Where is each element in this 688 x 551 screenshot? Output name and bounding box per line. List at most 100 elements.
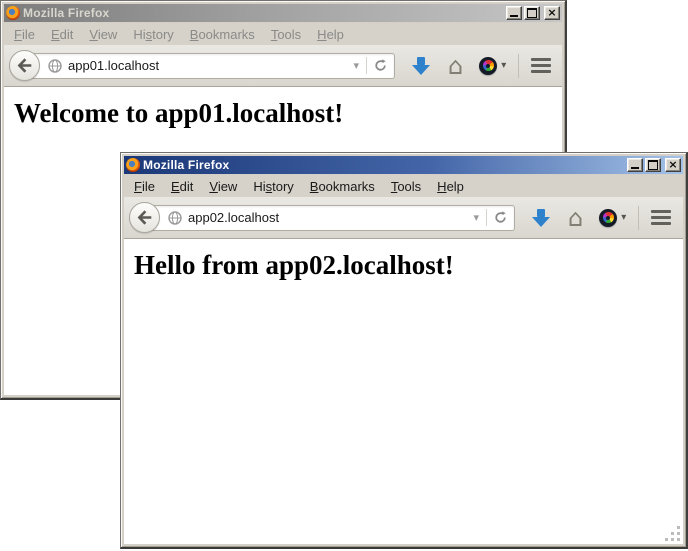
minimize-icon [510, 15, 518, 17]
url-history-dropdown-icon[interactable]: ▾ [466, 211, 486, 224]
menu-label-part: dit [180, 179, 194, 194]
globe-icon [48, 59, 62, 73]
reload-icon [494, 211, 507, 224]
menu-label-part: E [171, 179, 180, 194]
page-heading: Hello from app02.localhost! [134, 250, 683, 281]
maximize-button[interactable] [645, 158, 661, 172]
menu-edit[interactable]: Edit [163, 176, 201, 197]
menu-label-part: ools [397, 179, 421, 194]
hamburger-icon [651, 210, 671, 213]
globe-icon [168, 211, 182, 225]
menu-edit[interactable]: Edit [43, 24, 81, 45]
navigation-toolbar: ▾ ⌂ ▾ [4, 45, 562, 87]
menu-label-part: V [209, 179, 217, 194]
minimize-button[interactable] [627, 158, 643, 172]
menu-label-part: ile [142, 179, 155, 194]
menu-label-part: F [14, 27, 22, 42]
color-wheel-icon [599, 209, 617, 227]
color-wheel-icon [479, 57, 497, 75]
hamburger-icon [531, 58, 551, 61]
menu-label-part: Hi [133, 27, 145, 42]
menu-view[interactable]: View [81, 24, 125, 45]
browser-window-app02: Mozilla Firefox × File Edit View History… [120, 152, 688, 549]
minimize-icon [631, 167, 639, 169]
maximize-icon [648, 160, 658, 170]
menu-bookmarks[interactable]: Bookmarks [302, 176, 383, 197]
menu-help[interactable]: Help [309, 24, 352, 45]
menu-label-part: iew [218, 179, 238, 194]
reload-icon [374, 59, 387, 72]
download-button[interactable] [530, 209, 552, 227]
menu-tools[interactable]: Tools [263, 24, 309, 45]
hamburger-menu-button[interactable] [649, 206, 673, 229]
extension-button[interactable]: ▾ [599, 209, 626, 227]
extension-dropdown-icon: ▾ [501, 60, 506, 71]
firefox-icon [6, 6, 20, 20]
menu-label-part: iew [98, 27, 118, 42]
back-arrow-icon [136, 209, 153, 226]
menu-label-part: ookmarks [318, 179, 374, 194]
back-button[interactable] [9, 50, 40, 81]
reload-button[interactable] [366, 57, 394, 74]
firefox-icon [126, 158, 140, 172]
titlebar[interactable]: Mozilla Firefox × [124, 156, 683, 174]
hamburger-menu-button[interactable] [529, 54, 553, 77]
close-button[interactable]: × [544, 6, 560, 20]
download-arrow-icon [537, 209, 545, 217]
back-arrow-icon [16, 57, 33, 74]
menu-view[interactable]: View [201, 176, 245, 197]
home-button[interactable]: ⌂ [448, 56, 463, 76]
menu-label-part: V [89, 27, 97, 42]
menu-label-part: F [134, 179, 142, 194]
titlebar[interactable]: Mozilla Firefox × [4, 4, 562, 22]
url-input[interactable] [188, 210, 466, 225]
menu-history[interactable]: History [125, 24, 181, 45]
menu-bar: File Edit View History Bookmarks Tools H… [4, 23, 562, 45]
url-history-dropdown-icon[interactable]: ▾ [346, 59, 366, 72]
menu-label-part: tory [272, 179, 294, 194]
extension-button[interactable]: ▾ [479, 57, 506, 75]
url-bar[interactable]: ▾ [27, 53, 395, 79]
menu-label-part: E [51, 27, 60, 42]
reload-button[interactable] [486, 209, 514, 226]
menu-file[interactable]: File [126, 176, 163, 197]
menu-bar: File Edit View History Bookmarks Tools H… [124, 175, 683, 197]
url-bar[interactable]: ▾ [147, 205, 515, 231]
menu-tools[interactable]: Tools [383, 176, 429, 197]
menu-label-part: ookmarks [198, 27, 254, 42]
minimize-button[interactable] [506, 6, 522, 20]
menu-label-part: dit [60, 27, 74, 42]
window-controls: × [627, 158, 681, 172]
toolbar-separator [638, 206, 639, 230]
menu-file[interactable]: File [6, 24, 43, 45]
menu-label-part: Hi [253, 179, 265, 194]
url-input[interactable] [68, 58, 346, 73]
menu-history[interactable]: History [245, 176, 301, 197]
close-icon: × [668, 160, 677, 170]
navigation-toolbar: ▾ ⌂ ▾ [124, 197, 683, 239]
menu-label-part: elp [327, 27, 344, 42]
menu-bookmarks[interactable]: Bookmarks [182, 24, 263, 45]
back-button[interactable] [129, 202, 160, 233]
menu-label-part: H [317, 27, 326, 42]
menu-label-part: ile [22, 27, 35, 42]
window-title: Mozilla Firefox [23, 6, 503, 20]
page-content: Hello from app02.localhost! [124, 239, 683, 544]
window-controls: × [506, 6, 560, 20]
page-heading: Welcome to app01.localhost! [14, 98, 562, 129]
menu-label-part: tory [152, 27, 174, 42]
resize-grip[interactable] [666, 527, 681, 542]
toolbar-separator [518, 54, 519, 78]
window-title: Mozilla Firefox [143, 158, 624, 172]
close-icon: × [547, 8, 556, 18]
menu-label-part: H [437, 179, 446, 194]
download-button[interactable] [410, 57, 432, 75]
menu-help[interactable]: Help [429, 176, 472, 197]
menu-label-part: ools [277, 27, 301, 42]
download-arrow-icon [417, 57, 425, 65]
home-button[interactable]: ⌂ [568, 208, 583, 228]
maximize-button[interactable] [524, 6, 540, 20]
extension-dropdown-icon: ▾ [621, 212, 626, 223]
menu-label-part: elp [447, 179, 464, 194]
close-button[interactable]: × [665, 158, 681, 172]
